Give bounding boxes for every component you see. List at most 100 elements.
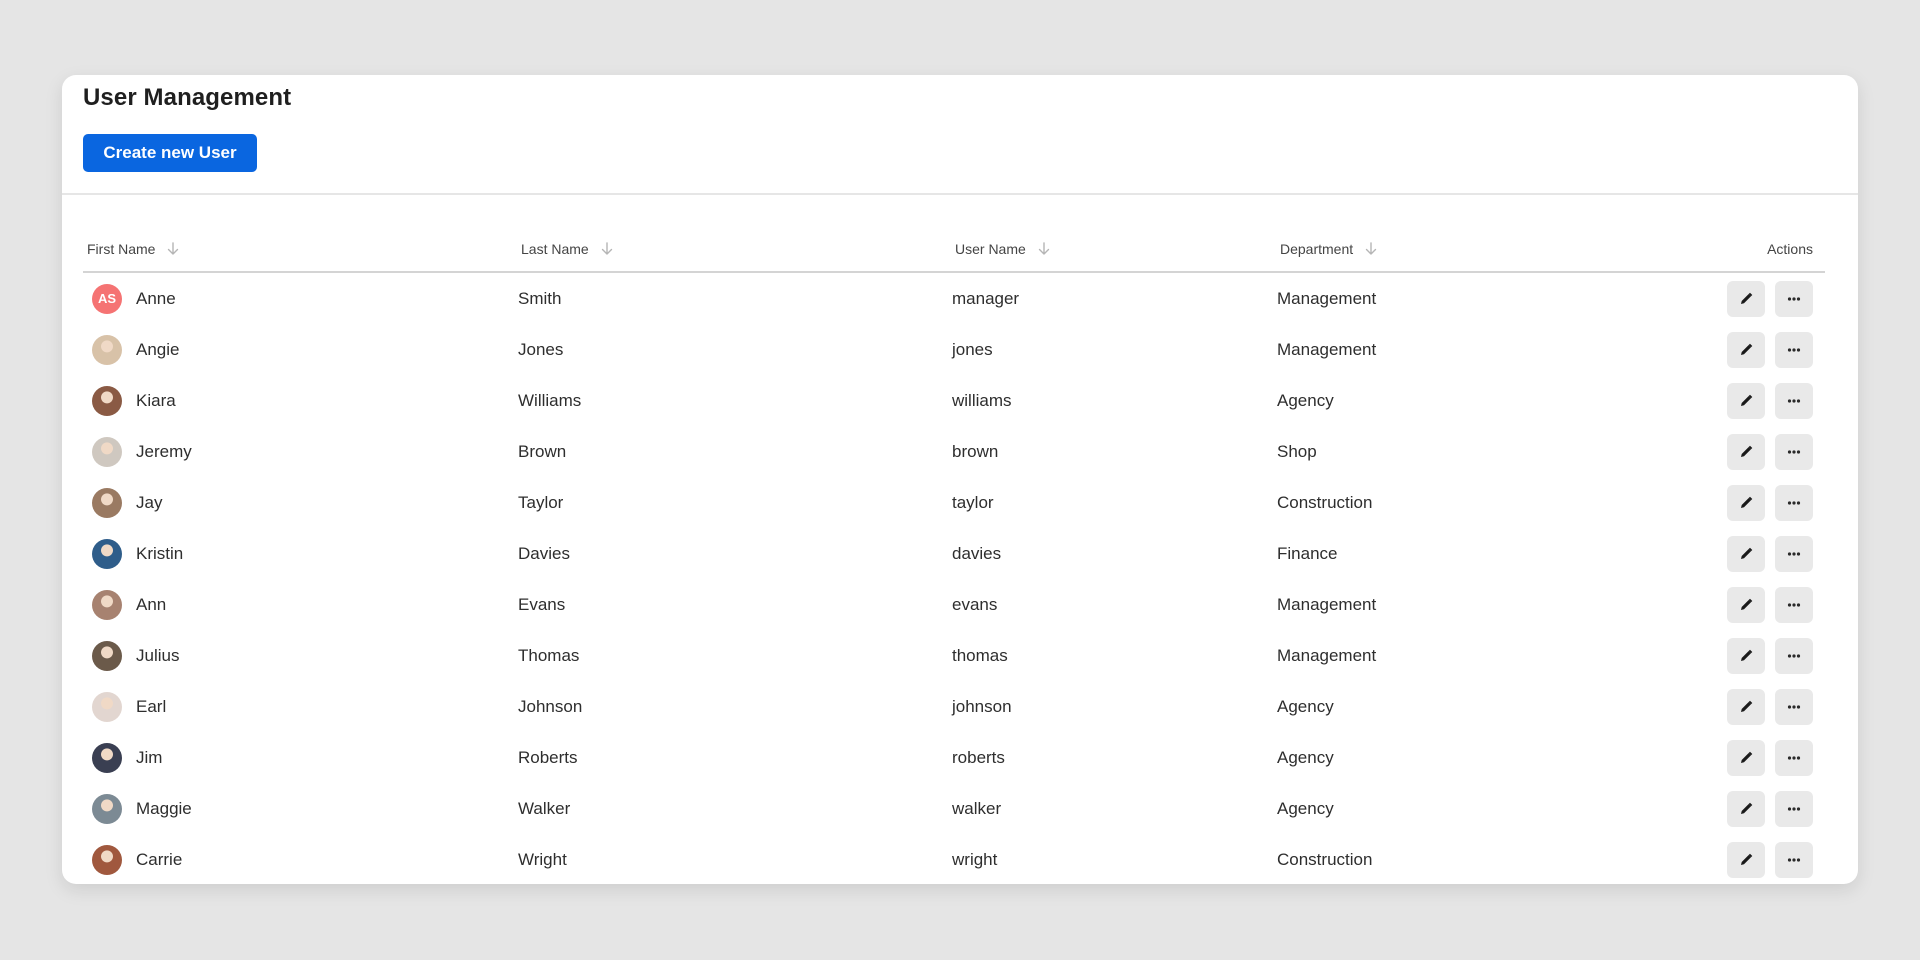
more-actions-button[interactable]	[1775, 791, 1813, 827]
more-actions-button[interactable]	[1775, 740, 1813, 776]
cell-first-name: Jeremy	[92, 426, 192, 477]
edit-button[interactable]	[1727, 740, 1765, 776]
last-name-text: Johnson	[518, 696, 583, 716]
table-row[interactable]: Jeremy Brown brown Shop	[83, 426, 1825, 477]
user-management-card: User Management Create new User First Na…	[62, 75, 1858, 884]
table-row[interactable]: Earl Johnson johnson Agency	[83, 681, 1825, 732]
create-new-user-button[interactable]: Create new User	[83, 134, 257, 172]
more-horizontal-icon	[1786, 296, 1802, 302]
cell-department: Agency	[1277, 375, 1334, 426]
cell-last-name: Brown	[518, 426, 566, 477]
edit-button[interactable]	[1727, 332, 1765, 368]
cell-last-name: Thomas	[518, 630, 579, 681]
table-row[interactable]: Kiara Williams williams Agency	[83, 375, 1825, 426]
avatar	[92, 793, 122, 824]
more-horizontal-icon	[1786, 551, 1802, 557]
more-actions-button[interactable]	[1775, 536, 1813, 572]
more-horizontal-icon	[1786, 602, 1802, 608]
column-header-user-name[interactable]: User Name	[955, 241, 1050, 257]
department-text: Agency	[1277, 390, 1334, 410]
column-header-actions: Actions	[1767, 241, 1813, 257]
more-actions-button[interactable]	[1775, 638, 1813, 674]
edit-button[interactable]	[1727, 689, 1765, 725]
department-text: Construction	[1277, 492, 1373, 512]
cell-first-name: Angie	[92, 324, 179, 375]
more-actions-button[interactable]	[1775, 281, 1813, 317]
column-header-first-name[interactable]: First Name	[87, 241, 179, 257]
more-horizontal-icon	[1786, 653, 1802, 659]
last-name-text: Roberts	[518, 747, 578, 767]
table-row[interactable]: Kristin Davies davies Finance	[83, 528, 1825, 579]
user-name-text: davies	[952, 543, 1002, 563]
table-row[interactable]: Julius Thomas thomas Management	[83, 630, 1825, 681]
table-row[interactable]: Jay Taylor taylor Construction	[83, 477, 1825, 528]
table-row[interactable]: Angie Jones jones Management	[83, 324, 1825, 375]
pencil-icon	[1738, 801, 1754, 817]
cell-first-name: Kristin	[92, 528, 183, 579]
avatar	[92, 436, 122, 467]
sort-arrow-down-icon[interactable]	[601, 242, 613, 256]
cell-department: Agency	[1277, 783, 1334, 834]
department-text: Agency	[1277, 798, 1334, 818]
cell-department: Shop	[1277, 426, 1317, 477]
cell-last-name: Johnson	[518, 681, 582, 732]
table-row[interactable]: Maggie Walker walker Agency	[83, 783, 1825, 834]
table-row[interactable]: Carrie Wright wright Construction	[83, 834, 1825, 884]
avatar	[92, 385, 122, 416]
cell-first-name: Jay	[92, 477, 162, 528]
more-horizontal-icon	[1786, 704, 1802, 710]
edit-button[interactable]	[1727, 638, 1765, 674]
column-header-last-name[interactable]: Last Name	[521, 241, 613, 257]
first-name-text: Maggie	[136, 798, 192, 818]
more-horizontal-icon	[1786, 755, 1802, 761]
edit-button[interactable]	[1727, 536, 1765, 572]
more-actions-button[interactable]	[1775, 332, 1813, 368]
edit-button[interactable]	[1727, 842, 1765, 878]
first-name-text: Ann	[136, 594, 167, 614]
avatar	[92, 589, 122, 620]
edit-button[interactable]	[1727, 281, 1765, 317]
column-header-department[interactable]: Department	[1280, 241, 1377, 257]
users-table: First Name Last Name User Name Departmen…	[83, 227, 1825, 884]
sort-arrow-down-icon[interactable]	[1038, 242, 1050, 256]
more-actions-button[interactable]	[1775, 842, 1813, 878]
page-title: User Management	[83, 84, 292, 111]
more-actions-button[interactable]	[1775, 383, 1813, 419]
first-name-text: Jim	[136, 747, 163, 767]
more-actions-button[interactable]	[1775, 689, 1813, 725]
last-name-text: Wright	[518, 849, 567, 869]
edit-button[interactable]	[1727, 434, 1765, 470]
cell-first-name: Ann	[92, 579, 166, 630]
edit-button[interactable]	[1727, 383, 1765, 419]
user-name-text: thomas	[952, 645, 1008, 665]
table-body: AS Anne Smith manager Management Angie J…	[83, 273, 1825, 884]
more-horizontal-icon	[1786, 857, 1802, 863]
cell-department: Agency	[1277, 681, 1334, 732]
user-name-text: brown	[952, 441, 999, 461]
cell-user-name: jones	[952, 324, 993, 375]
edit-button[interactable]	[1727, 485, 1765, 521]
edit-button[interactable]	[1727, 587, 1765, 623]
cell-user-name: johnson	[952, 681, 1012, 732]
pencil-icon	[1738, 546, 1754, 562]
column-label: Last Name	[521, 241, 589, 257]
page-header: User Management Create new User	[62, 75, 1858, 195]
more-actions-button[interactable]	[1775, 434, 1813, 470]
department-text: Management	[1277, 288, 1377, 308]
edit-button[interactable]	[1727, 791, 1765, 827]
cell-last-name: Taylor	[518, 477, 563, 528]
table-row[interactable]: Jim Roberts roberts Agency	[83, 732, 1825, 783]
more-actions-button[interactable]	[1775, 587, 1813, 623]
first-name-text: Kristin	[136, 543, 184, 563]
cell-department: Management	[1277, 273, 1376, 324]
table-row[interactable]: AS Anne Smith manager Management	[83, 273, 1825, 324]
sort-arrow-down-icon[interactable]	[167, 242, 179, 256]
column-label: Actions	[1767, 241, 1813, 257]
table-row[interactable]: Ann Evans evans Management	[83, 579, 1825, 630]
avatar	[92, 334, 122, 365]
more-horizontal-icon	[1786, 500, 1802, 506]
sort-arrow-down-icon[interactable]	[1365, 242, 1377, 256]
more-horizontal-icon	[1786, 806, 1802, 812]
more-actions-button[interactable]	[1775, 485, 1813, 521]
cell-user-name: wright	[952, 834, 997, 884]
